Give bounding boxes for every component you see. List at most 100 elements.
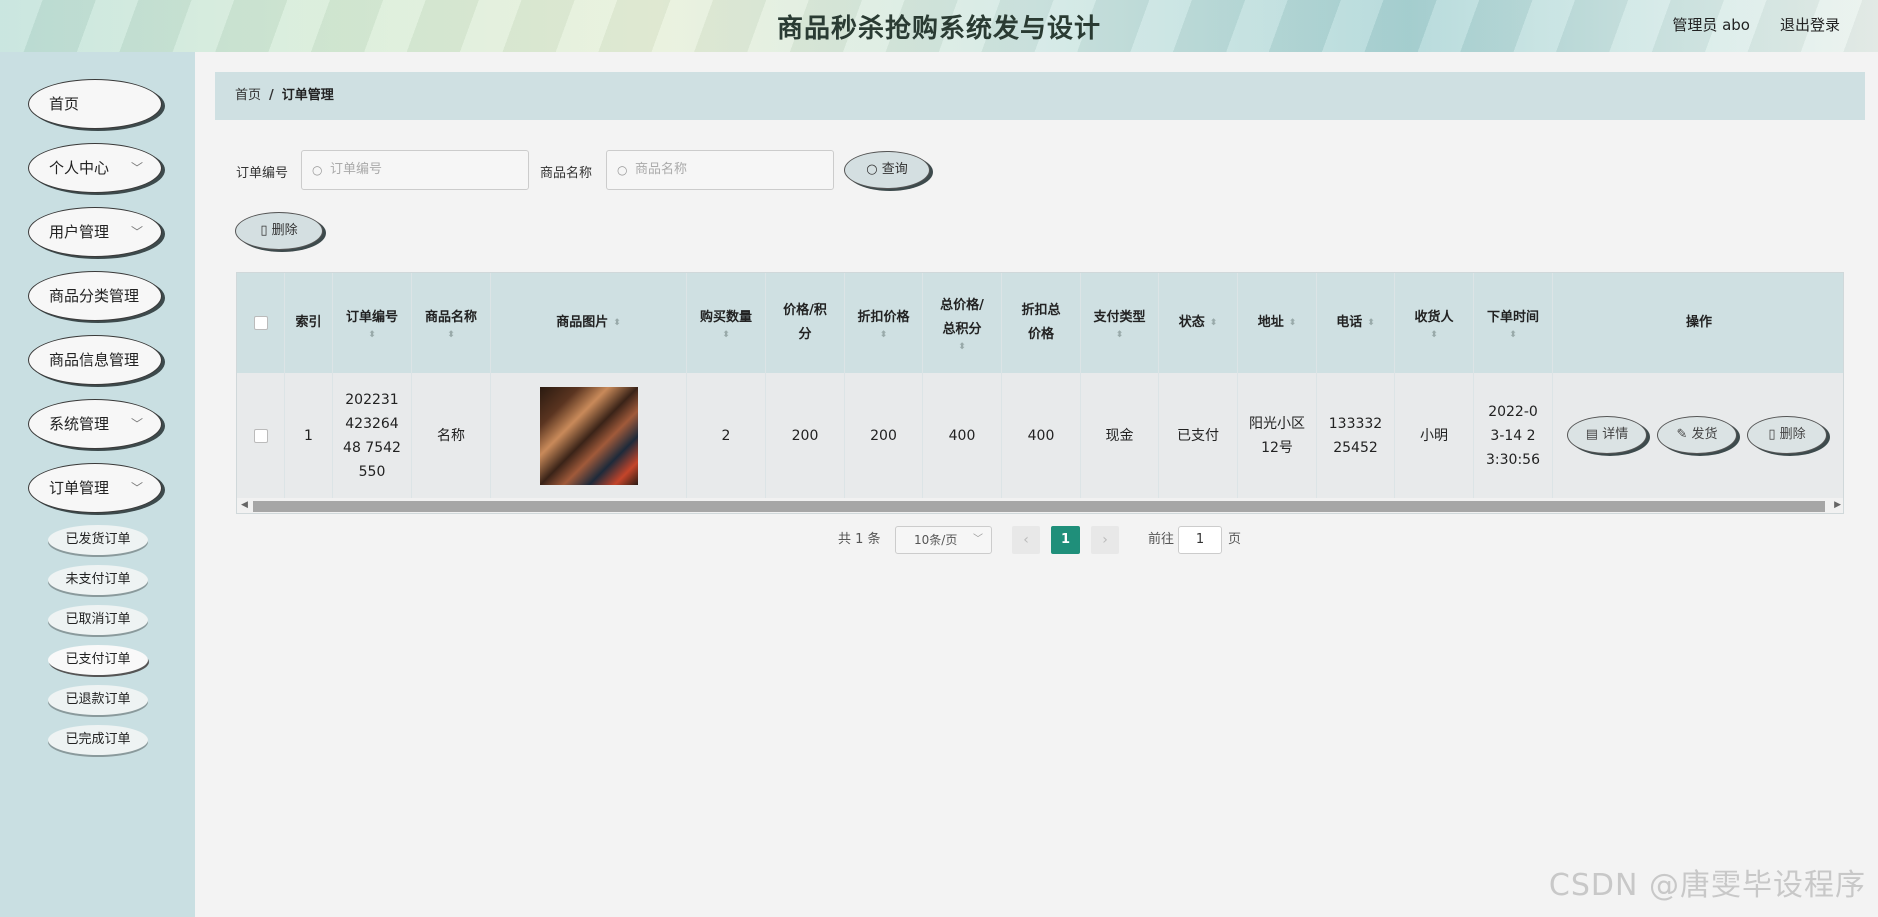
sort-icon[interactable]: ⬍ <box>447 330 455 340</box>
sidebar-item-home[interactable]: 首页 <box>28 79 162 129</box>
ship-button-label: 发货 <box>1691 427 1718 442</box>
sort-icon[interactable]: ⬍ <box>722 330 730 340</box>
th-order-time[interactable]: 下单时间 ⬍ <box>1474 273 1553 373</box>
cell-address: 阳光小区12号 <box>1238 373 1317 498</box>
sidebar-subitem-refunded-orders[interactable]: 已退款订单 <box>48 685 148 715</box>
th-pay-type[interactable]: 支付类型 ⬍ <box>1081 273 1159 373</box>
page-size-value: 10条/页 <box>914 533 958 547</box>
th-status[interactable]: 状态 ⬍ <box>1159 273 1238 373</box>
edit-icon: ✎ <box>1676 427 1692 442</box>
sidebar-item-product-management[interactable]: 商品信息管理 <box>28 335 162 385</box>
product-thumbnail[interactable] <box>539 386 638 485</box>
detail-button[interactable]: ▤ 详情 <box>1567 416 1647 454</box>
ship-button[interactable]: ✎ 发货 <box>1657 416 1737 454</box>
sort-icon[interactable]: ⬍ <box>1367 318 1375 328</box>
search-icon: ○ <box>866 162 882 177</box>
th-actions: 操作 <box>1553 273 1843 373</box>
th-quantity[interactable]: 购买数量 ⬍ <box>687 273 766 373</box>
pagination-total: 共 1 条 <box>838 532 881 547</box>
th-discount-price[interactable]: 折扣价格 ⬍ <box>845 273 923 373</box>
th-phone-label: 电话 <box>1336 315 1363 330</box>
order-no-label: 订单编号 <box>236 166 289 181</box>
sidebar-subitem-paid-orders[interactable]: 已支付订单 <box>48 645 148 675</box>
watermark: CSDN @唐雯毕设程序 <box>1548 868 1866 903</box>
th-order-time-label: 下单时间 <box>1486 310 1539 325</box>
th-quantity-label: 购买数量 <box>699 310 752 325</box>
sidebar-item-category-management[interactable]: 商品分类管理 <box>28 271 162 321</box>
sort-icon[interactable]: ⬍ <box>368 330 376 340</box>
sidebar-subitem-cancelled-orders[interactable]: 已取消订单 <box>48 605 148 635</box>
th-product-image[interactable]: 商品图片 ⬍ <box>491 273 687 373</box>
sidebar-item-label: 系统管理 <box>49 415 110 433</box>
order-no-input[interactable]: ○ 订单编号 <box>301 150 529 190</box>
table-row: 1 20223142326448 7542550 名称 2 200 200 40… <box>237 373 1843 498</box>
th-product-name[interactable]: 商品名称 ⬍ <box>412 273 491 373</box>
th-phone[interactable]: 电话 ⬍ <box>1317 273 1395 373</box>
sort-icon[interactable]: ⬍ <box>613 318 621 328</box>
th-product-image-label: 商品图片 <box>556 315 609 330</box>
chevron-down-icon: ﹀ <box>130 481 143 495</box>
sort-icon[interactable]: ⬍ <box>880 330 888 340</box>
cell-quantity: 2 <box>687 373 766 498</box>
breadcrumb-current: 订单管理 <box>281 88 334 103</box>
sidebar-item-label: 订单管理 <box>49 479 110 497</box>
breadcrumb-separator: / <box>269 88 274 103</box>
th-index: 索引 <box>285 273 333 373</box>
th-receiver[interactable]: 收货人 ⬍ <box>1395 273 1474 373</box>
prev-page-button[interactable]: ‹ <box>1012 526 1040 554</box>
sort-icon[interactable]: ⬍ <box>1116 330 1124 340</box>
select-all-cell <box>237 273 285 373</box>
th-discount-total[interactable]: 折扣总价格 <box>1002 273 1081 373</box>
cell-order-no: 20223142326448 7542550 <box>333 373 412 498</box>
order-no-placeholder: 订单编号 <box>330 162 383 177</box>
orders-table: 索引 订单编号 ⬍ 商品名称 ⬍ 商品图片 ⬍ 购买数量 ⬍ 价格/积分 折扣价格 ⬍ 总… <box>236 272 1844 514</box>
row-checkbox[interactable] <box>253 428 268 443</box>
trash-icon: ▯ <box>260 223 272 238</box>
sort-icon[interactable]: ⬍ <box>1430 330 1438 340</box>
page-unit-label: 页 <box>1228 532 1242 547</box>
th-discount-price-label: 折扣价格 <box>857 310 910 325</box>
chevron-left-icon: ‹ <box>1023 532 1029 548</box>
search-icon: ○ <box>312 163 323 177</box>
select-all-checkbox[interactable] <box>253 316 268 330</box>
horizontal-scrollbar[interactable]: ◀ ▶ <box>237 498 1843 513</box>
sidebar-subitem-completed-orders[interactable]: 已完成订单 <box>48 725 148 755</box>
document-icon: ▤ <box>1585 427 1603 442</box>
batch-delete-button[interactable]: ▯ 删除 <box>235 212 323 250</box>
sidebar-subitem-unpaid-orders[interactable]: 未支付订单 <box>48 565 148 595</box>
page-size-select[interactable]: 10条/页 ﹀ <box>895 526 992 554</box>
th-total-price[interactable]: 总价格/总积分 ⬍ <box>923 273 1002 373</box>
th-address[interactable]: 地址 ⬍ <box>1238 273 1317 373</box>
product-name-placeholder: 商品名称 <box>635 162 688 177</box>
sidebar-item-system-management[interactable]: 系统管理 ﹀ <box>28 399 162 449</box>
cell-actions: ▤ 详情 ✎ 发货 ▯ 删除 <box>1553 373 1843 498</box>
breadcrumb-home[interactable]: 首页 <box>235 88 261 103</box>
sort-icon[interactable]: ⬍ <box>1509 330 1517 340</box>
product-name-label: 商品名称 <box>540 166 593 181</box>
logout-link[interactable]: 退出登录 <box>1780 14 1840 35</box>
goto-page-input[interactable]: 1 <box>1178 526 1222 554</box>
goto-label: 前往 <box>1148 532 1175 547</box>
scroll-right-icon[interactable]: ▶ <box>1834 500 1841 510</box>
page-number-current[interactable]: 1 <box>1051 526 1080 554</box>
th-order-no[interactable]: 订单编号 ⬍ <box>333 273 412 373</box>
scrollbar-thumb[interactable] <box>253 501 1825 512</box>
th-actions-label: 操作 <box>1685 315 1712 330</box>
sidebar-item-label: 商品信息管理 <box>49 351 140 369</box>
sidebar-item-user-management[interactable]: 用户管理 ﹀ <box>28 207 162 257</box>
product-name-input[interactable]: ○ 商品名称 <box>606 150 834 190</box>
sort-icon[interactable]: ⬍ <box>958 342 966 352</box>
scroll-left-icon[interactable]: ◀ <box>241 500 248 510</box>
th-address-label: 地址 <box>1257 315 1284 330</box>
chevron-down-icon: ﹀ <box>130 225 143 239</box>
th-price[interactable]: 价格/积分 <box>766 273 845 373</box>
sort-icon[interactable]: ⬍ <box>1289 318 1297 328</box>
search-button[interactable]: ○ 查询 <box>844 151 930 189</box>
sidebar-item-personal-center[interactable]: 个人中心 ﹀ <box>28 143 162 193</box>
cell-discount-price: 200 <box>845 373 923 498</box>
sidebar-subitem-shipped-orders[interactable]: 已发货订单 <box>48 525 148 555</box>
row-delete-button[interactable]: ▯ 删除 <box>1747 416 1827 454</box>
next-page-button[interactable]: › <box>1091 526 1119 554</box>
sort-icon[interactable]: ⬍ <box>1210 318 1218 328</box>
sidebar-item-order-management[interactable]: 订单管理 ﹀ <box>28 463 162 513</box>
